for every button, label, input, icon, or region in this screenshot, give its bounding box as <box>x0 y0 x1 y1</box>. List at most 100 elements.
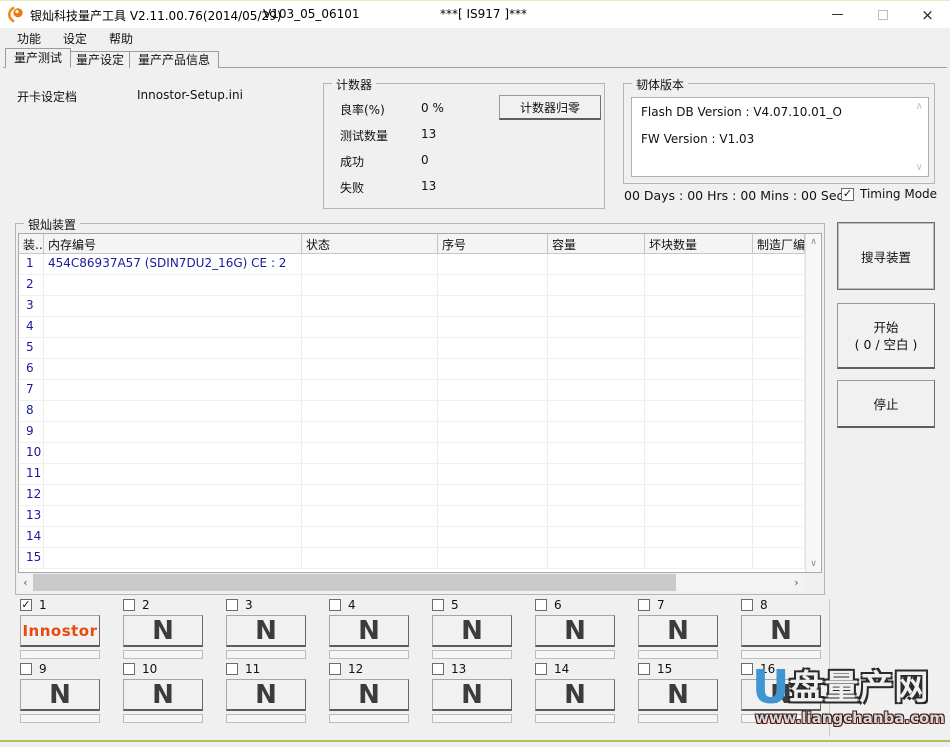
row-manufacturer <box>753 527 805 547</box>
slot-status-button[interactable]: N <box>226 615 306 647</box>
col-memory-id[interactable]: 内存编号 <box>44 234 302 253</box>
slot-status-button[interactable]: N <box>20 679 100 711</box>
row-bad-blocks <box>645 422 753 442</box>
row-status <box>302 527 438 547</box>
row-serial <box>438 422 548 442</box>
row-serial <box>438 548 548 568</box>
scroll-up-icon[interactable]: ∧ <box>916 101 923 112</box>
table-row[interactable]: 4 <box>19 317 805 338</box>
col-capacity[interactable]: 容量 <box>548 234 645 253</box>
firmware-version-list[interactable]: Flash DB Version : V4.07.10.01_O FW Vers… <box>631 97 929 177</box>
row-bad-blocks <box>645 464 753 484</box>
slot-status-button[interactable]: N <box>329 615 409 647</box>
slot-status-button[interactable]: N <box>432 679 512 711</box>
scroll-up-icon[interactable]: ∧ <box>806 237 821 247</box>
slot-status-button[interactable]: N <box>741 679 821 711</box>
menu-item-help[interactable]: 帮助 <box>98 28 144 49</box>
slot-checkbox[interactable] <box>20 663 32 675</box>
slot-status-button[interactable]: N <box>329 679 409 711</box>
search-device-button[interactable]: 搜寻装置 <box>837 222 935 290</box>
table-row[interactable]: 13 <box>19 506 805 527</box>
table-row[interactable]: 9 <box>19 422 805 443</box>
slot-checkbox[interactable] <box>226 663 238 675</box>
slot-status-button[interactable]: Innostor <box>20 615 100 647</box>
table-row[interactable]: 8 <box>19 401 805 422</box>
window-title-chip: ***[ IS917 ]*** <box>440 7 527 21</box>
col-device[interactable]: 装... <box>19 234 44 253</box>
row-number: 13 <box>19 506 44 526</box>
timing-mode-control[interactable]: Timing Mode <box>841 187 937 201</box>
slot-status-button[interactable]: N <box>535 615 615 647</box>
slot-checkbox[interactable] <box>638 599 650 611</box>
col-status[interactable]: 状态 <box>302 234 438 253</box>
slot-checkbox[interactable] <box>535 663 547 675</box>
row-status <box>302 338 438 358</box>
slot-checkbox[interactable] <box>329 663 341 675</box>
row-capacity <box>548 506 645 526</box>
table-row[interactable]: 7 <box>19 380 805 401</box>
row-status <box>302 275 438 295</box>
tab-product-info[interactable]: 量产产品信息 <box>129 51 219 68</box>
slot-header: 15 <box>638 661 741 677</box>
row-number: 1 <box>19 254 44 274</box>
minimize-button[interactable] <box>815 1 860 28</box>
slot-status-button[interactable]: N <box>741 615 821 647</box>
slot-status-button[interactable]: N <box>535 679 615 711</box>
menu-item-settings[interactable]: 设定 <box>52 28 98 49</box>
table-row[interactable]: 14 <box>19 527 805 548</box>
slot-number: 11 <box>245 662 260 676</box>
col-bad-blocks[interactable]: 坏块数量 <box>645 234 753 253</box>
slot-status-button[interactable]: N <box>226 679 306 711</box>
table-row[interactable]: 5 <box>19 338 805 359</box>
table-vertical-scrollbar[interactable]: ∧ ∨ <box>805 234 821 572</box>
timing-mode-checkbox[interactable] <box>841 188 854 201</box>
tab-production-settings[interactable]: 量产设定 <box>67 51 133 68</box>
table-row[interactable]: 6 <box>19 359 805 380</box>
close-button[interactable]: × <box>905 1 950 28</box>
slot-checkbox[interactable] <box>432 599 444 611</box>
device-slot-grid: 1Innostor2N3N4N5N6N7N8N9N10N11N12N13N14N… <box>20 597 844 726</box>
stop-button[interactable]: 停止 <box>837 380 935 428</box>
maximize-button[interactable] <box>860 1 905 28</box>
col-serial[interactable]: 序号 <box>438 234 548 253</box>
table-row[interactable]: 15 <box>19 548 805 569</box>
row-capacity <box>548 296 645 316</box>
slot-checkbox[interactable] <box>741 663 753 675</box>
row-status <box>302 359 438 379</box>
maximize-icon <box>878 10 888 20</box>
table-row[interactable]: 2 <box>19 275 805 296</box>
slot-checkbox[interactable] <box>741 599 753 611</box>
menu-item-function[interactable]: 功能 <box>6 28 52 49</box>
table-row[interactable]: 3 <box>19 296 805 317</box>
slot-checkbox[interactable] <box>20 599 32 611</box>
slot-checkbox[interactable] <box>329 599 341 611</box>
slot-checkbox[interactable] <box>535 599 547 611</box>
slot-checkbox[interactable] <box>638 663 650 675</box>
slot-status-button[interactable]: N <box>432 615 512 647</box>
tab-production-test[interactable]: 量产测试 <box>5 48 71 68</box>
scroll-down-icon[interactable]: ∨ <box>916 162 923 173</box>
scrollbar-thumb[interactable] <box>33 574 676 591</box>
row-manufacturer <box>753 401 805 421</box>
scroll-right-icon[interactable]: › <box>789 574 804 591</box>
slot-status-button[interactable]: N <box>123 615 203 647</box>
slot-checkbox[interactable] <box>123 599 135 611</box>
table-row[interactable]: 12 <box>19 485 805 506</box>
slot-status-button[interactable]: N <box>638 679 718 711</box>
table-body: 1454C86937A57 (SDIN7DU2_16G) CE : 223456… <box>19 254 821 569</box>
slot-checkbox[interactable] <box>432 663 444 675</box>
slot-status-button[interactable]: N <box>638 615 718 647</box>
start-button[interactable]: 开始 ( 0 / 空白 ) <box>837 303 935 369</box>
table-horizontal-scrollbar[interactable]: ‹ › <box>18 574 804 591</box>
row-manufacturer <box>753 338 805 358</box>
slot-status-button[interactable]: N <box>123 679 203 711</box>
table-row[interactable]: 11 <box>19 464 805 485</box>
slot-checkbox[interactable] <box>226 599 238 611</box>
counter-reset-button[interactable]: 计数器归零 <box>499 95 601 120</box>
table-row[interactable]: 1454C86937A57 (SDIN7DU2_16G) CE : 2 <box>19 254 805 275</box>
scroll-down-icon[interactable]: ∨ <box>806 559 821 569</box>
table-row[interactable]: 10 <box>19 443 805 464</box>
scroll-left-icon[interactable]: ‹ <box>18 574 33 591</box>
col-manufacturer[interactable]: 制造厂编 <box>753 234 805 253</box>
slot-checkbox[interactable] <box>123 663 135 675</box>
